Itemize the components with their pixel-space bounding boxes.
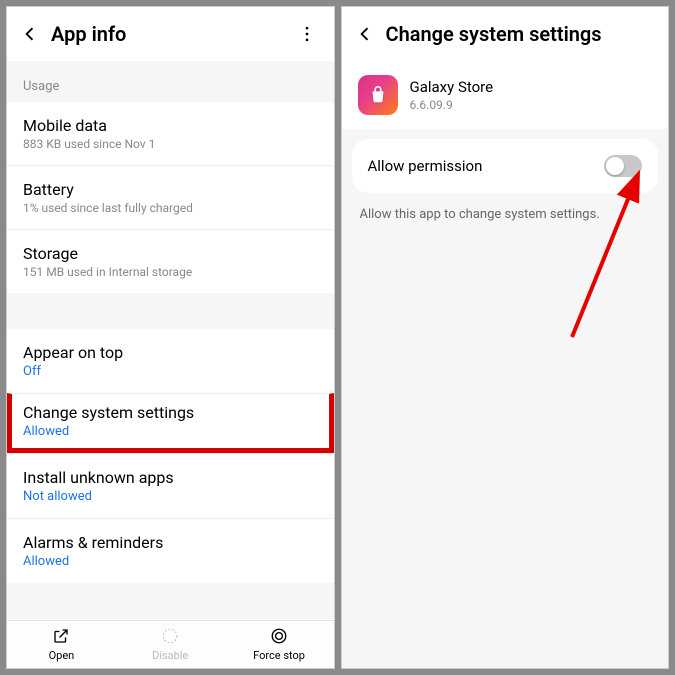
content: Usage Mobile data 883 KB used since Nov … — [7, 61, 334, 620]
row-status: Not allowed — [23, 489, 318, 504]
row-title: Install unknown apps — [23, 468, 318, 487]
row-status: Off — [23, 364, 318, 379]
usage-group: Mobile data 883 KB used since Nov 1 Batt… — [7, 102, 334, 293]
page-title: Change system settings — [386, 22, 655, 46]
app-info: Galaxy Store 6.6.09.9 — [410, 78, 494, 112]
row-title: Alarms & reminders — [23, 533, 318, 552]
row-sub: 1% used since last fully charged — [23, 201, 318, 215]
row-battery[interactable]: Battery 1% used since last fully charged — [7, 165, 334, 229]
app-name: Galaxy Store — [410, 78, 494, 96]
row-storage[interactable]: Storage 151 MB used in Internal storage — [7, 229, 334, 293]
screen-change-system-settings: Change system settings Galaxy Store 6.6.… — [341, 6, 670, 669]
disable-icon — [159, 625, 181, 647]
bottom-nav: Open Disable Force stop — [7, 620, 334, 668]
open-icon — [50, 625, 72, 647]
nav-label: Open — [49, 649, 75, 662]
more-icon[interactable] — [294, 21, 320, 47]
nav-force-stop[interactable]: Force stop — [225, 625, 334, 662]
row-install-unknown-apps[interactable]: Install unknown apps Not allowed — [7, 453, 334, 518]
nav-label: Force stop — [253, 649, 305, 662]
nav-open[interactable]: Open — [7, 625, 116, 662]
row-status: Allowed — [23, 424, 318, 439]
row-title: Battery — [23, 180, 318, 199]
back-icon[interactable] — [352, 21, 378, 47]
nav-disable: Disable — [116, 625, 225, 662]
permission-description: Allow this app to change system settings… — [342, 193, 669, 236]
app-row: Galaxy Store 6.6.09.9 — [342, 61, 669, 129]
row-sub: 151 MB used in Internal storage — [23, 265, 318, 279]
screen-app-info: App info Usage Mobile data 883 KB used s… — [6, 6, 335, 669]
force-stop-icon — [268, 625, 290, 647]
row-sub: 883 KB used since Nov 1 — [23, 137, 318, 151]
content: Galaxy Store 6.6.09.9 Allow permission A… — [342, 61, 669, 668]
row-title: Storage — [23, 244, 318, 263]
row-appear-on-top[interactable]: Appear on top Off — [7, 329, 334, 393]
row-title: Change system settings — [23, 403, 318, 422]
permission-toggle[interactable] — [604, 155, 642, 177]
permission-row: Allow permission — [352, 139, 659, 193]
section-label-usage: Usage — [7, 61, 334, 102]
row-alarms-reminders[interactable]: Alarms & reminders Allowed — [7, 518, 334, 583]
row-mobile-data[interactable]: Mobile data 883 KB used since Nov 1 — [7, 102, 334, 165]
app-version: 6.6.09.9 — [410, 98, 494, 112]
row-title: Mobile data — [23, 116, 318, 135]
row-change-system-settings[interactable]: Change system settings Allowed — [7, 393, 334, 453]
nav-label: Disable — [152, 649, 188, 662]
permissions-group: Appear on top Off Change system settings… — [7, 329, 334, 583]
back-icon[interactable] — [17, 21, 43, 47]
permission-label: Allow permission — [368, 157, 605, 175]
header: Change system settings — [342, 7, 669, 61]
row-status: Allowed — [23, 554, 318, 569]
header: App info — [7, 7, 334, 61]
galaxy-store-icon — [358, 75, 398, 115]
page-title: App info — [51, 22, 294, 46]
row-title: Appear on top — [23, 343, 318, 362]
